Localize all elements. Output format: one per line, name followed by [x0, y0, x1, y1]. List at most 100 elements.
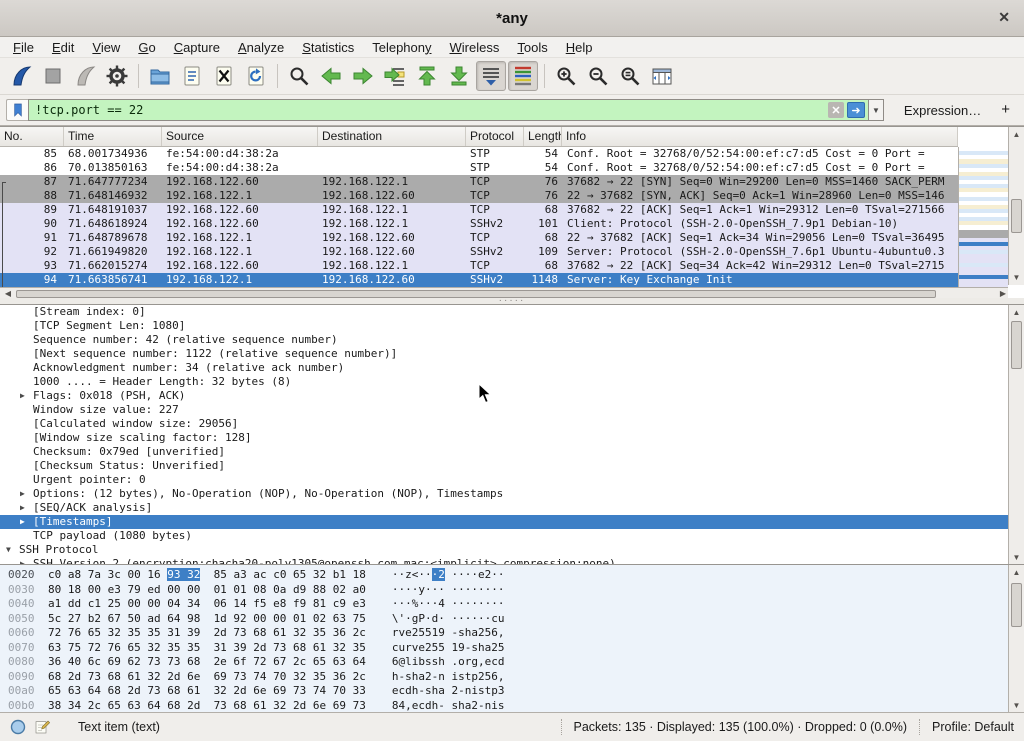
scroll-up-icon[interactable]: ▲	[1009, 308, 1024, 317]
packet-row-90[interactable]: 9071.648618924192.168.122.60192.168.122.…	[0, 217, 958, 231]
hex-ascii[interactable]: ···%···4 ········	[392, 597, 505, 612]
detail-line[interactable]: Urgent pointer: 0	[0, 473, 1008, 487]
detail-line[interactable]: Checksum: 0x79ed [unverified]	[0, 445, 1008, 459]
packet-row-85[interactable]: 8568.001734936fe:54:00:d4:38:2aSTP54Conf…	[0, 147, 958, 161]
collapsed-arrow-icon[interactable]: ▶	[20, 389, 25, 403]
detail-line[interactable]: Acknowledgment number: 34 (relative ack …	[0, 361, 1008, 375]
hex-row-0020[interactable]: 0020c0 a8 7a 3c 00 16 93 32 85 a3 ac c0 …	[0, 568, 1024, 583]
filter-clear-icon[interactable]: ✕	[828, 102, 844, 118]
hex-row-00b0[interactable]: 00b038 34 2c 65 63 64 68 2d 73 68 61 32 …	[0, 699, 1024, 713]
detail-line[interactable]: [Window size scaling factor: 128]	[0, 431, 1008, 445]
hex-bytes[interactable]: c0 a8 7a 3c 00 16 93 32 85 a3 ac c0 65 3…	[48, 568, 366, 583]
filter-apply-icon[interactable]: ➜	[847, 102, 865, 118]
resize-columns-button[interactable]	[647, 61, 677, 91]
status-profile[interactable]: Profile: Default	[932, 720, 1014, 734]
save-file-button[interactable]	[177, 61, 207, 91]
zoom-in-button[interactable]	[551, 61, 581, 91]
hex-row-0060[interactable]: 006072 76 65 32 35 35 31 39 2d 73 68 61 …	[0, 626, 1024, 641]
scroll-up-icon[interactable]: ▲	[1009, 568, 1024, 577]
hex-row-0030[interactable]: 003080 18 00 e3 79 ed 00 00 01 01 08 0a …	[0, 583, 1024, 598]
hex-ascii[interactable]: \'·gP·d· ······cu	[392, 612, 505, 627]
menu-item-view[interactable]: View	[83, 39, 129, 56]
hex-bytes[interactable]: 80 18 00 e3 79 ed 00 00 01 01 08 0a d9 8…	[48, 583, 366, 598]
menu-item-edit[interactable]: Edit	[43, 39, 83, 56]
detail-line[interactable]: Window size value: 227	[0, 403, 1008, 417]
scroll-down-icon[interactable]: ▼	[1009, 273, 1024, 282]
go-to-packet-button[interactable]	[380, 61, 410, 91]
hex-ascii[interactable]: curve255 19-sha25	[392, 641, 505, 656]
collapsed-arrow-icon[interactable]: ▶	[20, 557, 25, 564]
menu-item-telephony[interactable]: Telephony	[363, 39, 440, 56]
hex-bytes[interactable]: 36 40 6c 69 62 73 73 68 2e 6f 72 67 2c 6…	[48, 655, 366, 670]
hex-bytes[interactable]: 5c 27 b2 67 50 ad 64 98 1d 92 00 00 01 0…	[48, 612, 366, 627]
hex-ascii[interactable]: ··z<···2 ····e2··	[392, 568, 505, 583]
hex-bytes[interactable]: a1 dd c1 25 00 00 04 34 06 14 f5 e8 f9 8…	[48, 597, 366, 612]
hex-vscroll-thumb[interactable]	[1011, 583, 1022, 627]
column-header-protocol[interactable]: Protocol	[466, 127, 524, 146]
hex-bytes[interactable]: 65 63 64 68 2d 73 68 61 32 2d 6e 69 73 7…	[48, 684, 366, 699]
hex-ascii[interactable]: ecdh-sha 2-nistp3	[392, 684, 505, 699]
capture-options-button[interactable]	[102, 61, 132, 91]
expanded-arrow-icon[interactable]: ▼	[6, 543, 11, 557]
detail-line[interactable]: ▼SSH Protocol	[0, 543, 1008, 557]
filter-text[interactable]: !tcp.port == 22	[35, 103, 828, 117]
vscroll-thumb[interactable]	[1011, 199, 1022, 233]
hscroll-thumb[interactable]	[16, 290, 936, 298]
hex-ascii[interactable]: rve25519 -sha256,	[392, 626, 505, 641]
hex-ascii[interactable]: 84,ecdh- sha2-nis	[392, 699, 505, 713]
packet-row-86[interactable]: 8670.013850163fe:54:00:d4:38:2aSTP54Conf…	[0, 161, 958, 175]
scroll-right-icon[interactable]: ▶	[994, 289, 1006, 298]
column-header-info[interactable]: Info	[562, 127, 958, 146]
go-back-button[interactable]	[316, 61, 346, 91]
zoom-out-button[interactable]	[583, 61, 613, 91]
expression-button[interactable]: Expression…	[898, 101, 987, 120]
auto-scroll-button[interactable]	[476, 61, 506, 91]
collapsed-arrow-icon[interactable]: ▶	[20, 487, 25, 501]
packet-row-91[interactable]: 9171.648789678192.168.122.1192.168.122.6…	[0, 231, 958, 245]
close-icon[interactable]: ✕	[998, 9, 1010, 26]
detail-line[interactable]: Sequence number: 42 (relative sequence n…	[0, 333, 1008, 347]
colorize-button[interactable]	[508, 61, 538, 91]
go-forward-button[interactable]	[348, 61, 378, 91]
filter-history-dropdown[interactable]: ▼	[869, 99, 884, 121]
scroll-up-icon[interactable]: ▲	[1009, 130, 1024, 139]
column-header-destination[interactable]: Destination	[318, 127, 466, 146]
hex-ascii[interactable]: 6@libssh .org,ecd	[392, 655, 505, 670]
capture-comment-icon[interactable]	[34, 719, 50, 735]
expert-info-icon[interactable]	[10, 719, 26, 735]
column-header-time[interactable]: Time	[64, 127, 162, 146]
find-packet-button[interactable]	[284, 61, 314, 91]
hex-row-0040[interactable]: 0040a1 dd c1 25 00 00 04 34 06 14 f5 e8 …	[0, 597, 1024, 612]
filter-input[interactable]: !tcp.port == 22 ✕ ➜	[28, 99, 869, 121]
column-header-no[interactable]: No.	[0, 127, 64, 146]
detail-line[interactable]: [Stream index: 0]	[0, 305, 1008, 319]
stop-capture-button[interactable]	[38, 61, 68, 91]
start-capture-button[interactable]	[6, 61, 36, 91]
menu-item-capture[interactable]: Capture	[165, 39, 229, 56]
filter-bookmark-button[interactable]	[6, 99, 28, 121]
hex-bytes[interactable]: 72 76 65 32 35 35 31 39 2d 73 68 61 32 3…	[48, 626, 366, 641]
scroll-left-icon[interactable]: ◀	[2, 289, 14, 298]
packet-row-89[interactable]: 8971.648191037192.168.122.60192.168.122.…	[0, 203, 958, 217]
column-header-source[interactable]: Source	[162, 127, 318, 146]
scroll-down-icon[interactable]: ▼	[1009, 553, 1024, 562]
detail-line[interactable]: ▶Flags: 0x018 (PSH, ACK)	[0, 389, 1008, 403]
hex-row-0050[interactable]: 00505c 27 b2 67 50 ad 64 98 1d 92 00 00 …	[0, 612, 1024, 627]
hex-ascii[interactable]: ····y··· ········	[392, 583, 505, 598]
menu-item-tools[interactable]: Tools	[508, 39, 556, 56]
collapsed-arrow-icon[interactable]: ▶	[20, 501, 25, 515]
scroll-down-icon[interactable]: ▼	[1009, 701, 1024, 710]
collapsed-arrow-icon[interactable]: ▶	[20, 515, 25, 529]
close-file-button[interactable]	[209, 61, 239, 91]
detail-line[interactable]: 1000 .... = Header Length: 32 bytes (8)	[0, 375, 1008, 389]
details-vscroll-thumb[interactable]	[1011, 321, 1022, 369]
packet-row-93[interactable]: 9371.662015274192.168.122.60192.168.122.…	[0, 259, 958, 273]
detail-line[interactable]: ▶SSH Version 2 (encryption:chacha20-poly…	[0, 557, 1008, 564]
open-file-button[interactable]	[145, 61, 175, 91]
zoom-original-button[interactable]	[615, 61, 645, 91]
add-filter-button[interactable]: +	[993, 101, 1018, 120]
detail-line[interactable]: [Checksum Status: Unverified]	[0, 459, 1008, 473]
hex-bytes[interactable]: 63 75 72 76 65 32 35 35 31 39 2d 73 68 6…	[48, 641, 366, 656]
packet-row-87[interactable]: 8771.647777234192.168.122.60192.168.122.…	[0, 175, 958, 189]
menu-item-go[interactable]: Go	[129, 39, 164, 56]
